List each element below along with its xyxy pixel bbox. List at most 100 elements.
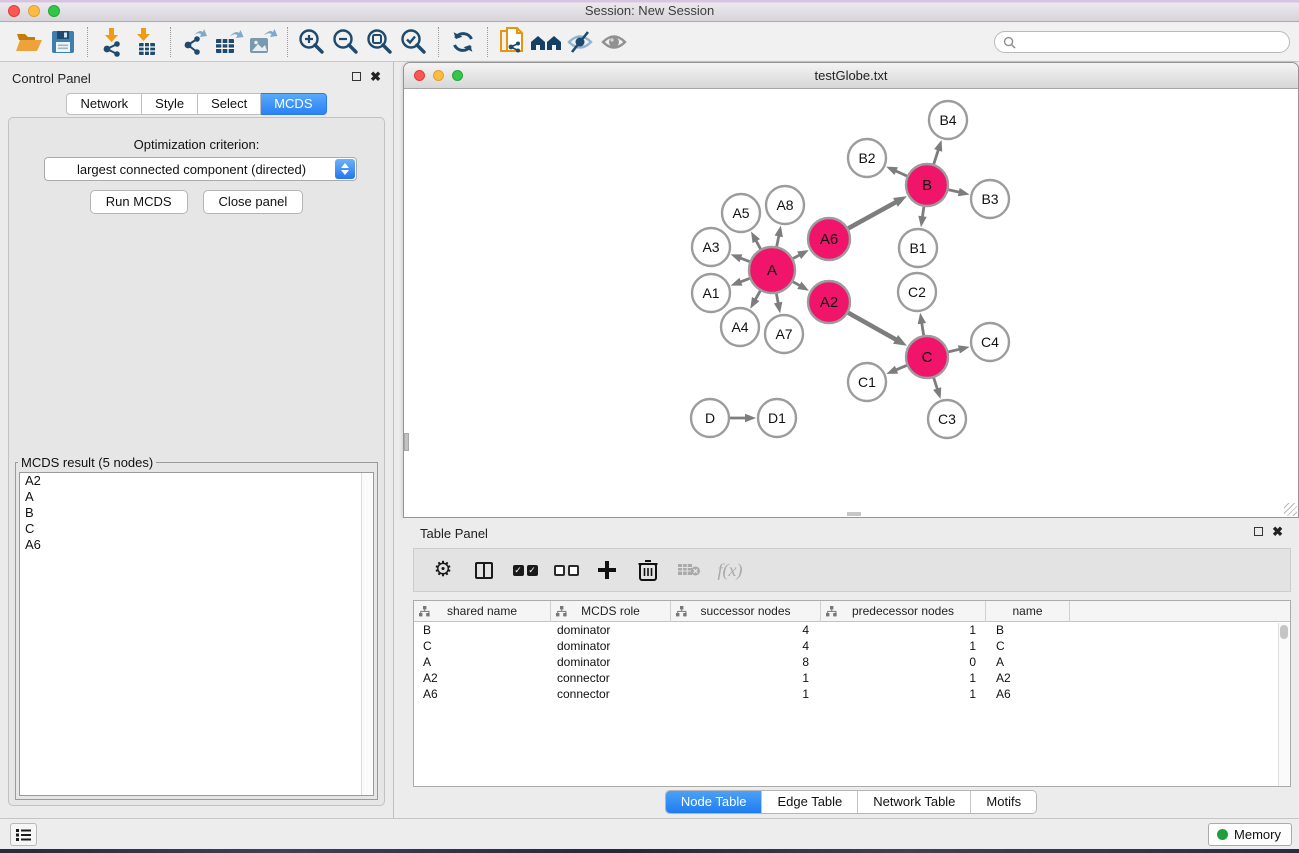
- tab-select[interactable]: Select: [198, 93, 261, 115]
- open-file-button[interactable]: [12, 26, 46, 58]
- graph-edge-arrowhead: [731, 254, 743, 262]
- graph-node-A7[interactable]: A7: [765, 315, 803, 353]
- graph-edge-B-B4[interactable]: [934, 149, 939, 165]
- zoom-out-icon: [331, 27, 361, 57]
- column-header-mcds-role[interactable]: MCDS role: [551, 601, 671, 622]
- select-all-button[interactable]: ✓✓: [512, 557, 538, 583]
- table-row[interactable]: A6connector11A6: [414, 686, 1290, 702]
- close-panel-button[interactable]: Close panel: [203, 190, 304, 214]
- column-header-successor-nodes[interactable]: successor nodes: [671, 601, 821, 622]
- zoom-out-button[interactable]: [329, 26, 363, 58]
- task-history-button[interactable]: [10, 823, 37, 846]
- window-resize-grip[interactable]: [1284, 503, 1297, 516]
- search-field[interactable]: [994, 31, 1290, 53]
- graph-edge-A2-C[interactable]: [848, 313, 897, 341]
- list-item[interactable]: C: [20, 521, 373, 537]
- graph-node-C3[interactable]: C3: [928, 400, 966, 438]
- graph-edge-B-B2[interactable]: [894, 170, 907, 176]
- table-options-button[interactable]: ⚙: [430, 557, 456, 583]
- show-graphics-button[interactable]: [597, 26, 631, 58]
- tab-node-table[interactable]: Node Table: [666, 791, 762, 813]
- node-table[interactable]: shared nameMCDS rolesuccessor nodesprede…: [413, 600, 1291, 787]
- graph-node-C1[interactable]: C1: [848, 363, 886, 401]
- list-item[interactable]: A: [20, 489, 373, 505]
- table-scrollbar-track[interactable]: [1278, 623, 1290, 786]
- graph-node-C2[interactable]: C2: [898, 273, 936, 311]
- hide-graphics-button[interactable]: [563, 26, 597, 58]
- delete-column-button[interactable]: [635, 557, 661, 583]
- graph-node-D[interactable]: D: [691, 399, 729, 437]
- list-item[interactable]: B: [20, 505, 373, 521]
- graph-node-A8[interactable]: A8: [766, 186, 804, 224]
- graph-node-C[interactable]: C: [906, 336, 948, 378]
- table-row[interactable]: A2connector11A2: [414, 670, 1290, 686]
- list-item[interactable]: A6: [20, 537, 373, 553]
- column-header-predecessor-nodes[interactable]: predecessor nodes: [821, 601, 986, 622]
- refresh-button[interactable]: [446, 26, 480, 58]
- canvas-hscroll-thumb[interactable]: [847, 512, 861, 516]
- float-panel-icon[interactable]: [352, 72, 361, 81]
- graph-edge-C-C2[interactable]: [922, 322, 924, 336]
- export-network-button[interactable]: [178, 26, 212, 58]
- graph-node-A1[interactable]: A1: [692, 274, 730, 312]
- zoom-in-button[interactable]: [295, 26, 329, 58]
- tab-motifs[interactable]: Motifs: [970, 791, 1036, 813]
- result-scrollbar[interactable]: [361, 473, 373, 795]
- graph-edge-A6-B[interactable]: [848, 201, 897, 228]
- tab-style[interactable]: Style: [142, 93, 198, 115]
- table-row[interactable]: Cdominator41C: [414, 638, 1290, 654]
- run-mcds-button[interactable]: Run MCDS: [90, 190, 188, 214]
- function-builder-button[interactable]: f(x): [717, 557, 743, 583]
- search-input[interactable]: [1021, 35, 1281, 50]
- save-session-button[interactable]: [46, 26, 80, 58]
- graph-node-C4[interactable]: C4: [971, 323, 1009, 361]
- graph-node-B4[interactable]: B4: [929, 101, 967, 139]
- graph-node-A[interactable]: A: [749, 247, 795, 293]
- table-cell: 1: [671, 686, 821, 702]
- graph-node-B1[interactable]: B1: [899, 229, 937, 267]
- graph-node-A5[interactable]: A5: [722, 194, 760, 232]
- export-table-button[interactable]: [212, 26, 246, 58]
- zoom-fit-button[interactable]: [363, 26, 397, 58]
- graph-node-A3[interactable]: A3: [692, 228, 730, 266]
- zoom-selected-button[interactable]: [397, 26, 431, 58]
- network-canvas[interactable]: B4 B2 B B3 A5A8A6 A3 B1 A A1 A2 C2 A4A7 C C4 C1 C3 D D1: [405, 90, 1297, 516]
- cybrowser-button[interactable]: [529, 26, 563, 58]
- close-table-panel-icon[interactable]: ✖: [1272, 526, 1283, 537]
- table-row[interactable]: Adominator80A: [414, 654, 1290, 670]
- show-columns-button[interactable]: [471, 557, 497, 583]
- table-row[interactable]: Bdominator41B: [414, 622, 1290, 638]
- export-image-icon: [247, 27, 279, 57]
- tab-mcds[interactable]: MCDS: [261, 93, 326, 115]
- column-header-shared-name[interactable]: shared name: [414, 601, 551, 622]
- float-table-panel-icon[interactable]: [1254, 527, 1263, 536]
- tab-network[interactable]: Network: [66, 93, 142, 115]
- session-title: Session: New Session: [0, 3, 1299, 18]
- graph-node-D1[interactable]: D1: [758, 399, 796, 437]
- delete-table-button[interactable]: [676, 557, 702, 583]
- tab-network-table[interactable]: Network Table: [857, 791, 970, 813]
- import-network-button[interactable]: [95, 26, 129, 58]
- close-panel-icon[interactable]: ✖: [370, 71, 381, 82]
- mcds-result-list[interactable]: A2ABCA6: [19, 472, 374, 796]
- memory-button[interactable]: Memory: [1208, 823, 1292, 846]
- list-item[interactable]: A2: [20, 473, 373, 489]
- table-scrollbar-thumb[interactable]: [1280, 625, 1288, 639]
- graph-node-B3[interactable]: B3: [971, 180, 1009, 218]
- clone-network-button[interactable]: [495, 26, 529, 58]
- graph-node-A6[interactable]: A6: [808, 218, 850, 260]
- table-cell: 1: [821, 670, 986, 686]
- graph-edge-arrowhead: [731, 278, 743, 286]
- graph-node-B[interactable]: B: [906, 164, 948, 206]
- graph-node-A2[interactable]: A2: [808, 281, 850, 323]
- import-table-button[interactable]: [129, 26, 163, 58]
- optimization-criterion-select[interactable]: largest connected component (directed): [44, 157, 357, 181]
- deselect-all-button[interactable]: [553, 557, 579, 583]
- column-header-name[interactable]: name: [986, 601, 1070, 622]
- add-column-button[interactable]: [594, 557, 620, 583]
- graph-node-A4[interactable]: A4: [721, 308, 759, 346]
- graph-node-B2[interactable]: B2: [848, 139, 886, 177]
- tab-edge-table[interactable]: Edge Table: [761, 791, 857, 813]
- export-image-button[interactable]: [246, 26, 280, 58]
- canvas-vscroll-thumb[interactable]: [404, 433, 409, 451]
